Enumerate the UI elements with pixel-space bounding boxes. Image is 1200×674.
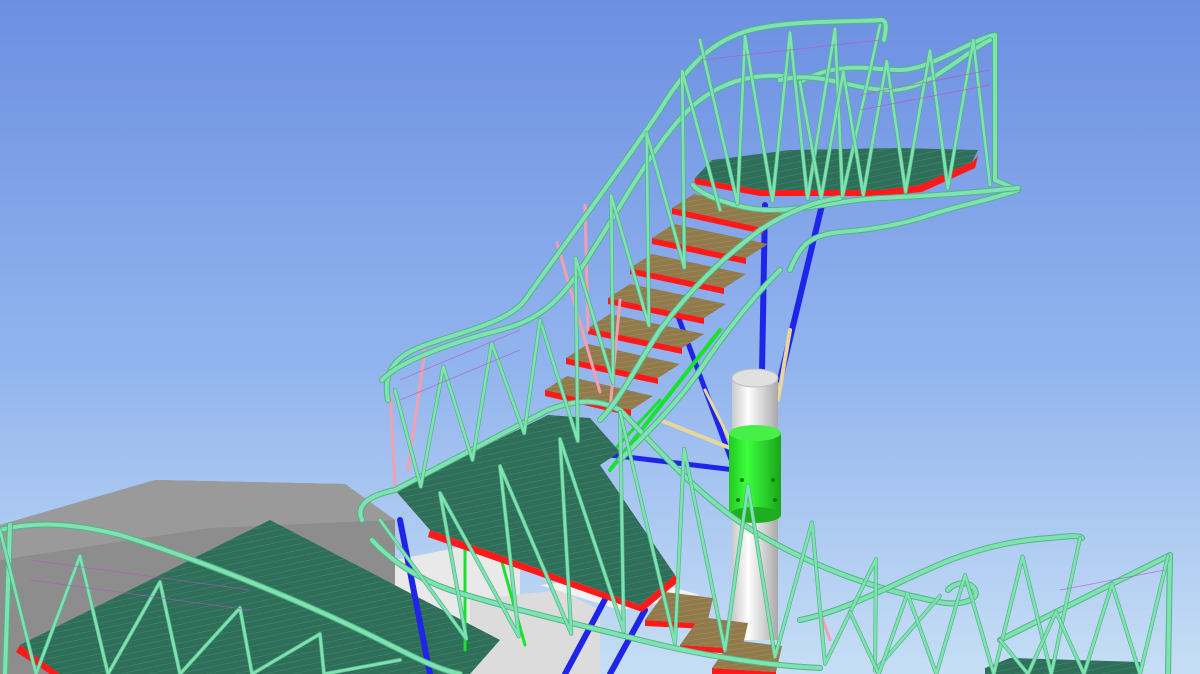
column-band: [729, 433, 781, 515]
column-bolt: [736, 498, 740, 502]
central-column: [729, 368, 781, 640]
column-bolt: [773, 498, 777, 502]
stair-model-scene[interactable]: [0, 0, 1200, 674]
column-bolt: [771, 478, 775, 482]
column-bolt: [740, 478, 744, 482]
column-band-top: [729, 425, 781, 441]
model-viewport[interactable]: [0, 0, 1200, 674]
column-top-cap: [731, 368, 779, 388]
